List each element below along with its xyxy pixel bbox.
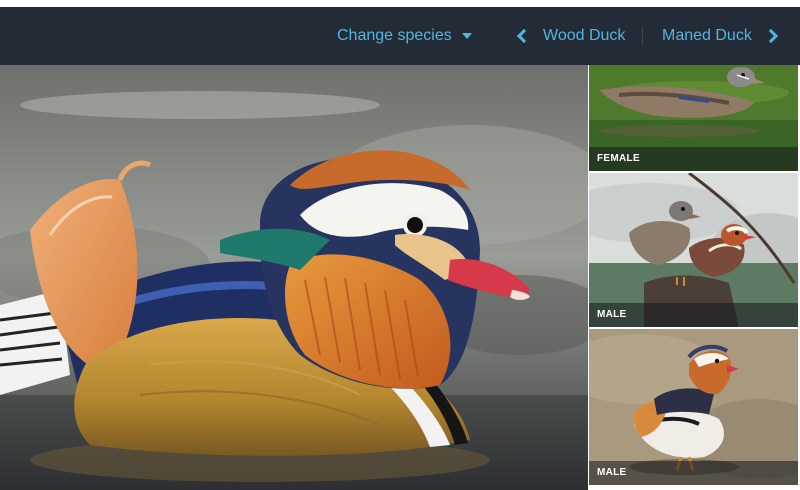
next-species-label: Maned Duck: [662, 27, 752, 44]
nav-divider: [642, 26, 643, 46]
thumbnail-female[interactable]: FEMALE: [589, 65, 798, 171]
chevron-right-icon: [763, 28, 778, 44]
change-species-dropdown[interactable]: Change species: [337, 7, 472, 65]
main-species-photo: [0, 65, 588, 490]
previous-species-label: Wood Duck: [543, 27, 626, 44]
thumbnail-male-pair[interactable]: MALE: [589, 173, 798, 327]
thumbnail-label: MALE: [589, 461, 798, 485]
thumbnail-label: MALE: [589, 303, 798, 327]
change-species-label: Change species: [337, 27, 452, 44]
species-nav-bar: Change species Wood Duck Maned Duck: [0, 7, 800, 65]
next-species-link[interactable]: Maned Duck: [662, 7, 778, 65]
previous-species-link[interactable]: Wood Duck: [515, 7, 625, 65]
thumbnail-label: FEMALE: [589, 147, 798, 171]
thumbnail-male-standing[interactable]: MALE: [589, 329, 798, 485]
species-viewer: Change species Wood Duck Maned Duck FEMA…: [0, 0, 800, 490]
caret-down-icon: [461, 33, 472, 39]
chevron-left-icon: [516, 28, 532, 44]
